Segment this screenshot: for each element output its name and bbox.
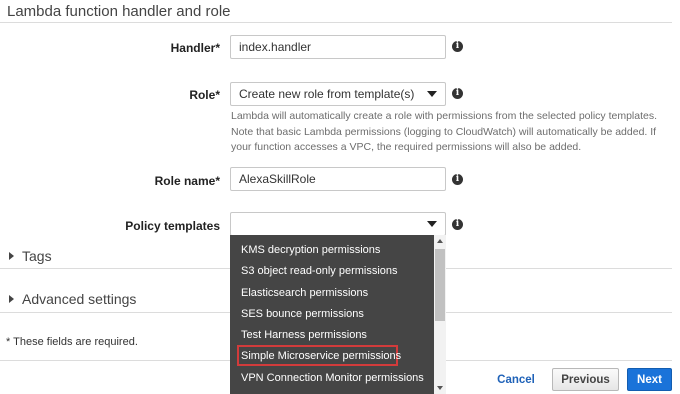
caret-down-icon [427,221,437,227]
role-select[interactable]: Create new role from template(s) [230,82,446,106]
policy-templates-info-icon[interactable]: i [452,219,463,230]
dropdown-option[interactable]: KMS decryption permissions [241,244,380,256]
handler-input-value: index.handler [239,40,312,54]
dropdown-scrollbar[interactable] [434,235,446,394]
handler-label-text: Handler [170,41,216,55]
tags-label: Tags [22,248,52,264]
role-required-mark: * [215,88,220,102]
dropdown-option[interactable]: VPN Connection Monitor permissions [241,372,424,384]
caret-down-icon [427,91,437,97]
tags-section-toggle[interactable]: Tags [9,248,52,264]
dropdown-option[interactable]: SES bounce permissions [241,308,364,320]
role-select-value: Create new role from template(s) [239,87,415,101]
handler-info-icon[interactable]: i [452,41,463,52]
policy-templates-select[interactable] [230,212,446,236]
policy-templates-dropdown: KMS decryption permissions S3 object rea… [230,235,446,394]
role-help-text: Lambda will automatically create a role … [231,110,658,153]
role-label: Role* [189,88,220,102]
scroll-up-arrow-icon[interactable] [437,239,443,243]
handler-input[interactable]: index.handler [230,35,446,59]
role-name-required-mark: * [215,174,220,188]
advanced-settings-label: Advanced settings [22,291,137,307]
handler-required-mark: * [215,41,220,55]
triangle-right-icon [9,252,14,260]
policy-templates-label: Policy templates [125,219,220,233]
cancel-button[interactable]: Cancel [492,368,540,391]
required-fields-note: * These fields are required. [6,336,138,348]
scroll-down-arrow-icon[interactable] [437,386,443,390]
section-title: Lambda function handler and role [7,3,231,20]
scrollbar-thumb[interactable] [435,249,445,321]
dropdown-option[interactable]: S3 object read-only permissions [241,265,398,277]
handler-label: Handler* [171,41,220,55]
advanced-settings-toggle[interactable]: Advanced settings [9,291,136,307]
triangle-right-icon [9,295,14,303]
previous-button[interactable]: Previous [552,368,619,391]
role-label-text: Role [189,88,216,102]
role-name-input[interactable]: AlexaSkillRole [230,167,446,191]
role-name-label: Role name* [155,174,220,188]
next-button[interactable]: Next [627,368,672,391]
role-name-label-text: Role name [154,174,216,188]
role-info-icon[interactable]: i [452,88,463,99]
section-divider [0,22,672,23]
role-name-info-icon[interactable]: i [452,174,463,185]
role-name-input-value: AlexaSkillRole [239,172,316,186]
dropdown-option-highlighted[interactable]: Simple Microservice permissions [241,350,401,362]
dropdown-option[interactable]: Test Harness permissions [241,329,367,341]
dropdown-option[interactable]: Elasticsearch permissions [241,287,368,299]
